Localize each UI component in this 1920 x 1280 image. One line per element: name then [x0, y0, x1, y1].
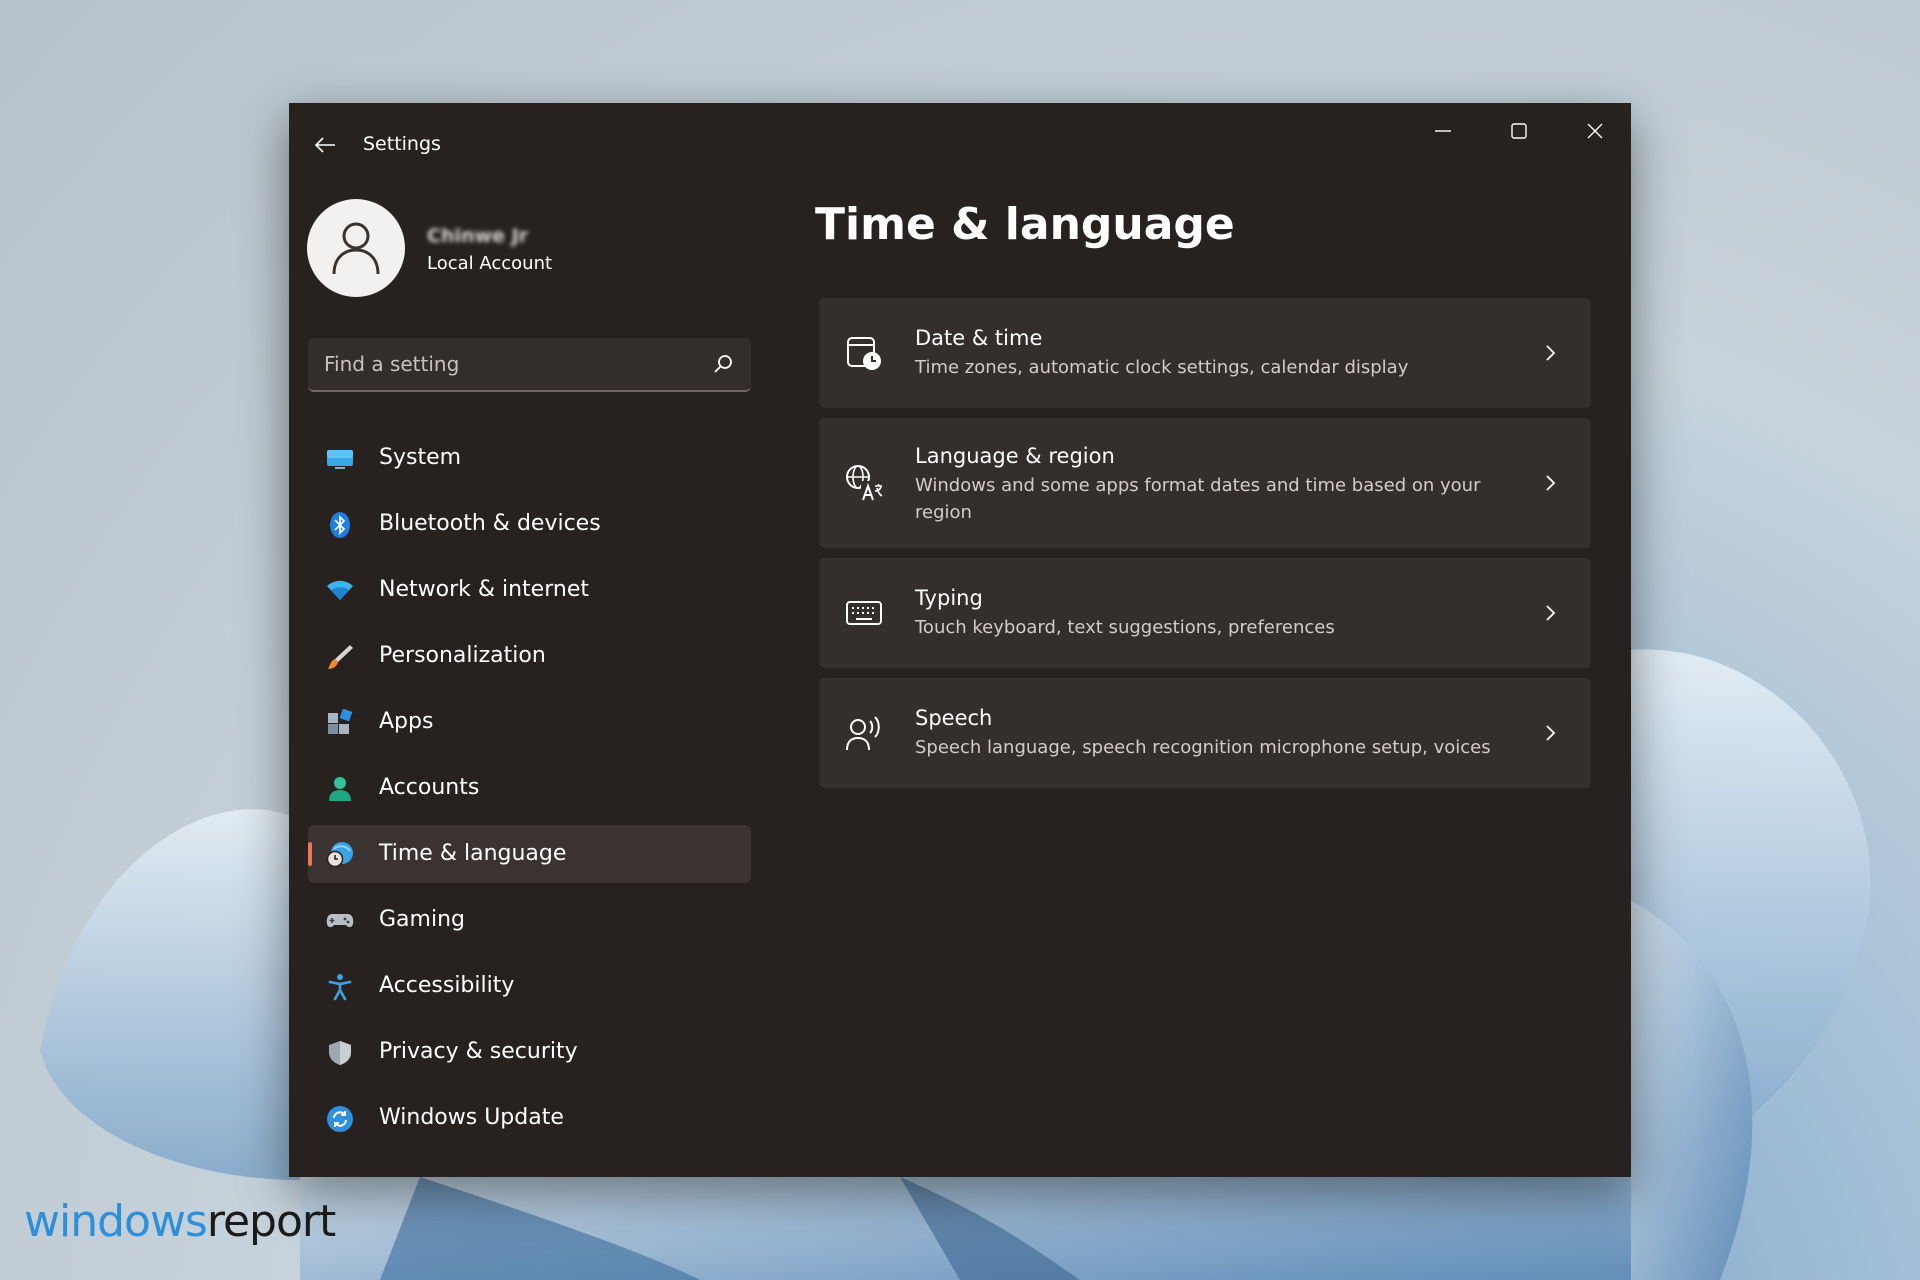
sidebar-item-gaming[interactable]: Gaming — [308, 891, 751, 949]
settings-cards: Date & time Time zones, automatic clock … — [819, 298, 1591, 798]
minimize-icon — [1435, 130, 1451, 132]
sidebar-item-personalization[interactable]: Personalization — [308, 627, 751, 685]
sidebar-item-label: Gaming — [379, 907, 465, 932]
monitor-icon — [327, 450, 353, 469]
speech-icon — [846, 716, 880, 751]
minimize-button[interactable] — [1405, 103, 1481, 159]
card-description: Time zones, automatic clock settings, ca… — [915, 357, 1409, 378]
speech-card[interactable]: Speech Speech language, speech recogniti… — [819, 678, 1591, 788]
bluetooth-icon — [330, 512, 350, 538]
apps-icon — [328, 709, 353, 734]
watermark-part-report: report — [206, 1196, 336, 1247]
avatar — [307, 199, 405, 297]
card-description: Touch keyboard, text suggestions, prefer… — [915, 617, 1335, 638]
maximize-icon — [1511, 123, 1527, 139]
sidebar-item-time-language[interactable]: Time & language — [308, 825, 751, 883]
card-title: Date & time — [915, 326, 1043, 350]
sidebar-item-system[interactable]: System — [308, 429, 751, 487]
sidebar-item-label: System — [379, 445, 462, 470]
globe-clock-icon — [326, 842, 353, 868]
sidebar-item-label: Network & internet — [379, 577, 589, 602]
search-box[interactable] — [308, 338, 751, 392]
arrow-left-icon — [314, 137, 335, 153]
account-type: Local Account — [427, 253, 553, 274]
sidebar-item-apps[interactable]: Apps — [308, 693, 751, 751]
person-icon — [329, 777, 351, 801]
user-icon — [332, 222, 380, 275]
chevron-right-icon — [1546, 345, 1556, 361]
maximize-button[interactable] — [1481, 103, 1557, 159]
sidebar-item-windows-update[interactable]: Windows Update — [308, 1089, 751, 1147]
chevron-right-icon — [1546, 475, 1556, 491]
back-button[interactable] — [303, 123, 347, 167]
chevron-right-icon — [1546, 725, 1556, 741]
update-icon — [327, 1106, 353, 1132]
card-description: Speech language, speech recognition micr… — [915, 737, 1491, 758]
sidebar-item-network[interactable]: Network & internet — [308, 561, 751, 619]
sidebar-item-label: Personalization — [379, 643, 546, 668]
sidebar-item-label: Bluetooth & devices — [379, 511, 601, 536]
sidebar-item-label: Accessibility — [379, 973, 515, 998]
shield-icon — [329, 1041, 351, 1065]
settings-window: Settings Chinwe Jr Local Account Find a … — [289, 103, 1631, 1177]
watermark-logo: windowsreport — [24, 1196, 336, 1247]
title-bar: Settings — [289, 103, 1631, 175]
app-title: Settings — [363, 133, 441, 155]
search-icon[interactable] — [711, 352, 735, 376]
sidebar-item-label: Windows Update — [379, 1105, 564, 1130]
close-icon — [1587, 123, 1603, 139]
gamepad-icon — [326, 914, 354, 928]
sidebar-item-accounts[interactable]: Accounts — [308, 759, 751, 817]
calendar-clock-icon — [847, 337, 881, 370]
sidebar-item-accessibility[interactable]: Accessibility — [308, 957, 751, 1015]
user-name: Chinwe Jr — [427, 225, 529, 247]
sidebar-item-privacy-security[interactable]: Privacy & security — [308, 1023, 751, 1081]
wifi-icon — [327, 580, 353, 600]
close-button[interactable] — [1557, 103, 1631, 159]
date-time-card[interactable]: Date & time Time zones, automatic clock … — [819, 298, 1591, 408]
card-title: Typing — [915, 586, 983, 610]
language-region-card[interactable]: Language & region Windows and some apps … — [819, 418, 1591, 548]
accessibility-icon — [328, 974, 352, 1001]
sidebar-item-label: Time & language — [379, 841, 567, 866]
keyboard-icon — [846, 601, 882, 625]
chevron-right-icon — [1546, 605, 1556, 621]
card-description: Windows and some apps format dates and t… — [915, 475, 1481, 523]
sidebar-item-label: Apps — [379, 709, 434, 734]
sidebar-item-label: Accounts — [379, 775, 480, 800]
sidebar-item-bluetooth[interactable]: Bluetooth & devices — [308, 495, 751, 553]
sidebar-nav: System Bluetooth & devices Network & int… — [308, 429, 751, 1155]
page-title: Time & language — [815, 199, 1235, 250]
watermark-part-windows: windows — [24, 1196, 208, 1247]
typing-card[interactable]: Typing Touch keyboard, text suggestions,… — [819, 558, 1591, 668]
search-input[interactable] — [308, 338, 698, 390]
card-title: Speech — [915, 706, 993, 730]
selection-indicator — [308, 842, 312, 866]
brush-icon — [328, 645, 353, 669]
card-title: Language & region — [915, 444, 1115, 468]
language-icon — [846, 465, 883, 501]
user-profile[interactable]: Chinwe Jr Local Account — [307, 199, 747, 299]
sidebar-item-label: Privacy & security — [379, 1039, 578, 1064]
